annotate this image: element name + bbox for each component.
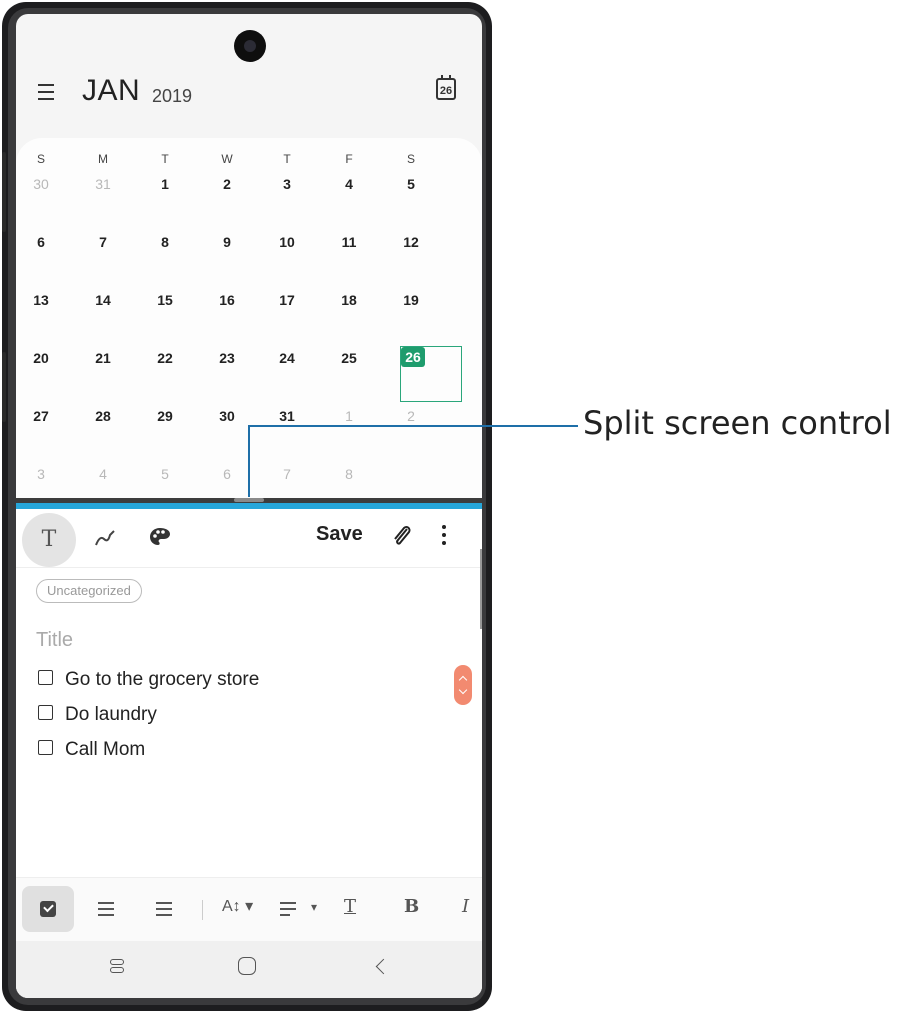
attach-icon[interactable] — [390, 523, 414, 549]
weekday-label: F — [345, 152, 353, 166]
calendar-day[interactable]: 28 — [88, 408, 118, 424]
home-icon[interactable] — [238, 957, 256, 975]
split-screen-control-label: Split screen control — [583, 404, 892, 442]
calendar-header: JAN 2019 26 — [16, 74, 482, 124]
calendar-day[interactable]: 1 — [334, 408, 364, 424]
todo-item[interactable]: Go to the grocery store — [38, 669, 259, 691]
calendar-day[interactable]: 4 — [88, 466, 118, 482]
calendar-day[interactable]: 9 — [212, 234, 242, 250]
menu-icon[interactable] — [38, 84, 60, 104]
front-camera — [234, 30, 266, 62]
calendar-day[interactable]: 17 — [272, 292, 302, 308]
calendar-day[interactable]: 19 — [396, 292, 426, 308]
calendar-day[interactable]: 7 — [88, 234, 118, 250]
category-chip[interactable]: Uncategorized — [36, 579, 142, 603]
calendar-day[interactable]: 31 — [272, 408, 302, 424]
weekday-label: S — [36, 152, 45, 166]
calendar-day[interactable]: 5 — [396, 176, 426, 192]
calendar-day[interactable]: 1 — [150, 176, 180, 192]
calendar-day[interactable]: 30 — [212, 408, 242, 424]
volume-button — [2, 152, 6, 232]
calendar-day[interactable]: 6 — [212, 466, 242, 482]
weekday-label: S — [406, 152, 415, 166]
todo-item[interactable]: Do laundry — [38, 704, 157, 726]
palette-icon[interactable] — [148, 525, 172, 549]
more-options-icon[interactable] — [440, 525, 448, 549]
back-icon[interactable] — [375, 958, 392, 975]
text-size-icon[interactable]: A↕ ▾ — [222, 896, 253, 916]
callout-line-horizontal — [248, 425, 578, 427]
calendar-day[interactable]: 7 — [272, 466, 302, 482]
align-icon[interactable] — [280, 902, 296, 920]
calendar-day[interactable]: 2 — [396, 408, 426, 424]
save-button[interactable]: Save — [316, 523, 363, 546]
weekday-label: T — [161, 152, 169, 166]
calendar-day[interactable]: 4 — [334, 176, 364, 192]
weekday-label: M — [98, 152, 108, 166]
today-date-chip: 26 — [401, 347, 425, 367]
calendar-day[interactable]: 11 — [334, 234, 364, 250]
fast-scroll-thumb[interactable] — [454, 665, 472, 705]
callout-line-vertical — [248, 425, 250, 497]
calendar-day[interactable]: 29 — [150, 408, 180, 424]
title-field[interactable]: Title — [36, 629, 73, 652]
toolbar-divider — [202, 900, 203, 920]
calendar-day[interactable]: 10 — [272, 234, 302, 250]
calendar-day[interactable]: 27 — [26, 408, 56, 424]
calendar-day[interactable]: 8 — [334, 466, 364, 482]
calendar-day[interactable]: 3 — [272, 176, 302, 192]
calendar-day[interactable]: 2 — [212, 176, 242, 192]
calendar-day[interactable]: 6 — [26, 234, 56, 250]
weekday-label: W — [221, 152, 233, 166]
year-label: 2019 — [152, 86, 193, 106]
calendar-day[interactable]: 22 — [150, 350, 180, 366]
calendar-day[interactable]: 18 — [334, 292, 364, 308]
calendar-day[interactable]: 14 — [88, 292, 118, 308]
calendar-day[interactable]: 24 — [272, 350, 302, 366]
handwriting-icon[interactable] — [94, 527, 116, 549]
note-toolbar: T Save — [16, 509, 482, 568]
calendar-day[interactable]: 30 — [26, 176, 56, 192]
today-cell-highlight[interactable]: 26 — [400, 346, 462, 402]
calendar-day[interactable]: 12 — [396, 234, 426, 250]
split-screen-handle[interactable] — [234, 498, 264, 502]
system-nav-bar — [16, 941, 482, 998]
weekday-label: T — [283, 152, 291, 166]
calendar-day[interactable]: 20 — [26, 350, 56, 366]
text-mode-button[interactable]: T — [22, 513, 76, 567]
recents-icon[interactable] — [110, 959, 124, 977]
calendar-day[interactable]: 15 — [150, 292, 180, 308]
scrollbar[interactable] — [480, 549, 482, 629]
notes-panel: T Save Uncategorized Title Go to the gro… — [16, 509, 482, 998]
phone-screen: JAN 2019 26 SMTWTFS 30 31 1 2 3 4 5 6 7 8 9 10 11 12 1… — [16, 14, 482, 998]
calendar-day[interactable]: 13 — [26, 292, 56, 308]
checklist-button[interactable] — [22, 886, 74, 932]
numbered-list-icon[interactable] — [98, 902, 114, 920]
calendar-day[interactable]: 21 — [88, 350, 118, 366]
calendar-day[interactable]: 5 — [150, 466, 180, 482]
text-color-icon[interactable]: T — [344, 896, 356, 917]
align-dropdown-icon[interactable]: ▾ — [311, 900, 317, 914]
checkbox-icon[interactable] — [38, 670, 53, 686]
bullet-list-icon[interactable] — [156, 902, 172, 920]
calendar-day[interactable]: 8 — [150, 234, 180, 250]
calendar-day[interactable]: 23 — [212, 350, 242, 366]
format-toolbar: A↕ ▾ ▾ T B I — [16, 877, 482, 942]
month-label[interactable]: JAN — [82, 74, 140, 108]
calendar-day[interactable]: 16 — [212, 292, 242, 308]
todo-item[interactable]: Call Mom — [38, 739, 145, 761]
bixby-button — [2, 352, 6, 422]
checkbox-icon[interactable] — [38, 740, 53, 756]
checkbox-icon[interactable] — [38, 705, 53, 721]
italic-icon[interactable]: I — [462, 896, 469, 917]
bold-icon[interactable]: B — [404, 896, 419, 917]
calendar-day[interactable]: 3 — [26, 466, 56, 482]
today-calendar-icon[interactable]: 26 — [436, 75, 456, 100]
calendar-day[interactable]: 25 — [334, 350, 364, 366]
calendar-day[interactable]: 31 — [88, 176, 118, 192]
